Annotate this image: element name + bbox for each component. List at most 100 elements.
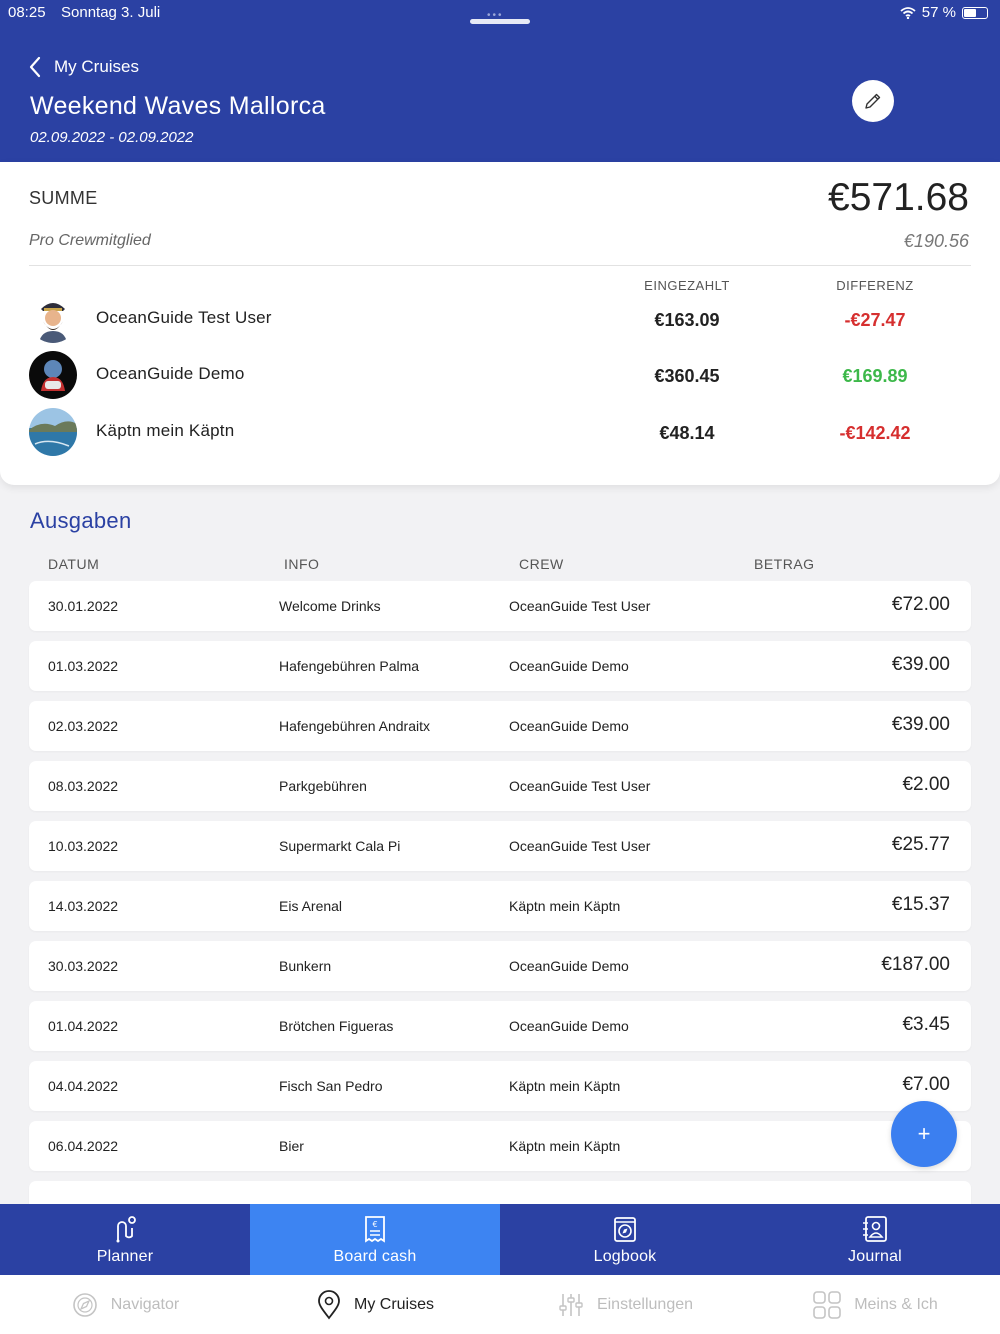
grid-icon bbox=[813, 1290, 842, 1319]
expense-info: Parkgebühren bbox=[279, 778, 367, 794]
expense-amount: €15.37 bbox=[891, 894, 950, 915]
paid-column-header: EINGEZAHLT bbox=[644, 278, 730, 293]
tab-logbook[interactable]: Logbook bbox=[500, 1204, 750, 1275]
contacts-book-icon bbox=[863, 1216, 887, 1242]
expense-amount: €2.00 bbox=[902, 774, 950, 795]
expense-amount: €72.00 bbox=[891, 594, 950, 615]
expense-date: 06.04.2022 bbox=[48, 1138, 119, 1154]
nav-label: My Cruises bbox=[353, 1295, 434, 1313]
expenses-title: Ausgaben bbox=[30, 508, 132, 533]
wifi-icon bbox=[900, 6, 916, 19]
tab-planner[interactable]: Planner bbox=[0, 1204, 250, 1275]
expense-row[interactable]: 30.03.2022 Bunkern OceanGuide Demo €187.… bbox=[29, 941, 971, 991]
member-difference: €169.89 bbox=[842, 366, 908, 386]
cruise-dates: 02.09.2022 - 02.09.2022 bbox=[30, 129, 194, 146]
expense-crew: Käptn mein Käptn bbox=[509, 898, 621, 914]
avatar bbox=[29, 408, 77, 456]
expense-crew: Käptn mein Käptn bbox=[509, 1138, 621, 1154]
expense-crew: OceanGuide Demo bbox=[509, 958, 629, 974]
expense-info: Hafengebühren Andraitx bbox=[279, 718, 430, 734]
expense-amount: €39.00 bbox=[891, 654, 950, 675]
status-indicators: 57 % bbox=[900, 4, 988, 21]
back-label: My Cruises bbox=[54, 57, 140, 76]
member-name: Käptn mein Käptn bbox=[96, 421, 235, 440]
back-button[interactable]: My Cruises bbox=[28, 56, 139, 78]
status-date: Sonntag 3. Juli bbox=[61, 4, 161, 21]
expense-info: Welcome Drinks bbox=[279, 598, 381, 614]
expense-row[interactable]: 06.04.2022 Bier Käptn mein Käptn bbox=[29, 1121, 971, 1171]
member-row[interactable]: Käptn mein Käptn €48.14 -€142.42 bbox=[29, 408, 971, 456]
amount-column-header: BETRAG bbox=[754, 556, 815, 572]
add-expense-button[interactable]: + bbox=[891, 1101, 957, 1167]
tab-label: Planner bbox=[96, 1248, 154, 1265]
tab-board-cash[interactable]: € Board cash bbox=[250, 1204, 500, 1275]
nav-meins-und-ich[interactable]: Meins & Ich bbox=[750, 1275, 1000, 1334]
expense-info: Hafengebühren Palma bbox=[279, 658, 420, 674]
expense-row[interactable]: 14.03.2022 Eis Arenal Käptn mein Käptn €… bbox=[29, 881, 971, 931]
member-name: OceanGuide Demo bbox=[96, 364, 245, 383]
member-paid-amount: €163.09 bbox=[654, 310, 720, 330]
expense-crew: OceanGuide Test User bbox=[509, 838, 651, 854]
nav-label: Meins & Ich bbox=[854, 1295, 938, 1313]
difference-column-header: DIFFERENZ bbox=[836, 278, 914, 293]
expense-row[interactable]: 08.03.2022 Parkgebühren OceanGuide Test … bbox=[29, 761, 971, 811]
expense-date: 30.01.2022 bbox=[48, 598, 119, 614]
expense-row[interactable]: 02.03.2022 Hafengebühren Andraitx OceanG… bbox=[29, 701, 971, 751]
expense-crew: OceanGuide Demo bbox=[509, 718, 629, 734]
multitask-handle[interactable] bbox=[470, 19, 530, 24]
expense-amount: €39.00 bbox=[891, 714, 950, 735]
section-tab-bar: Planner € Board cash Logbook Journal bbox=[0, 1204, 1000, 1275]
nav-my-cruises[interactable]: My Cruises bbox=[250, 1275, 500, 1334]
expense-date: 10.03.2022 bbox=[48, 838, 119, 854]
battery-icon bbox=[962, 6, 988, 19]
info-column-header: INFO bbox=[284, 556, 320, 572]
member-difference: -€27.47 bbox=[844, 310, 906, 330]
nav-label: Navigator bbox=[110, 1295, 180, 1313]
avatar bbox=[29, 351, 77, 399]
expense-info: Supermarkt Cala Pi bbox=[279, 838, 401, 854]
nav-navigator[interactable]: Navigator bbox=[0, 1275, 250, 1334]
expense-crew: Käptn mein Käptn bbox=[509, 1078, 621, 1094]
compass-icon bbox=[72, 1292, 97, 1317]
chevron-left-icon bbox=[29, 56, 41, 78]
member-paid-amount: €360.45 bbox=[654, 366, 720, 386]
expense-row[interactable]: 10.03.2022 Supermarkt Cala Pi OceanGuide… bbox=[29, 821, 971, 871]
per-member-label: Pro Crewmitglied bbox=[29, 232, 151, 249]
expense-date: 02.03.2022 bbox=[48, 718, 119, 734]
edit-button[interactable] bbox=[852, 80, 894, 122]
pencil-icon bbox=[865, 93, 881, 109]
expense-row[interactable]: 01.03.2022 Hafengebühren Palma OceanGuid… bbox=[29, 641, 971, 691]
expense-info: Bunkern bbox=[279, 958, 332, 974]
page-title: Weekend Waves Mallorca bbox=[30, 92, 326, 120]
status-time: 08:25 bbox=[8, 4, 46, 21]
nav-settings[interactable]: Einstellungen bbox=[500, 1275, 750, 1334]
nav-label: Einstellungen bbox=[596, 1295, 694, 1313]
expense-date: 08.03.2022 bbox=[48, 778, 119, 794]
expense-row[interactable]: 04.04.2022 Fisch San Pedro Käptn mein Kä… bbox=[29, 1061, 971, 1111]
logbook-compass-icon bbox=[614, 1217, 636, 1242]
expense-amount: €7.00 bbox=[902, 1074, 950, 1095]
expense-date: 30.03.2022 bbox=[48, 958, 119, 974]
svg-text:€: € bbox=[372, 1220, 377, 1229]
expense-info: Eis Arenal bbox=[279, 898, 343, 914]
member-row[interactable]: OceanGuide Test User €163.09 -€27.47 bbox=[29, 295, 971, 343]
expense-amount: €3.45 bbox=[902, 1014, 950, 1035]
member-row[interactable]: OceanGuide Demo €360.45 €169.89 bbox=[29, 351, 971, 399]
expense-date: 01.04.2022 bbox=[48, 1018, 119, 1034]
member-paid-amount: €48.14 bbox=[659, 423, 715, 443]
tab-journal[interactable]: Journal bbox=[750, 1204, 1000, 1275]
expense-amount: €187.00 bbox=[881, 954, 950, 975]
member-difference: -€142.42 bbox=[839, 423, 911, 443]
expense-row[interactable]: 30.01.2022 Welcome Drinks OceanGuide Tes… bbox=[29, 581, 971, 631]
app-header: 08:25 Sonntag 3. Juli 57 % ••• My Cruise… bbox=[0, 0, 1000, 162]
total-label: SUMME bbox=[29, 188, 98, 208]
expense-info: Fisch San Pedro bbox=[279, 1078, 383, 1094]
expense-crew: OceanGuide Demo bbox=[509, 658, 629, 674]
battery-percent: 57 % bbox=[921, 4, 956, 21]
expense-date: 04.04.2022 bbox=[48, 1078, 119, 1094]
expense-info: Bier bbox=[279, 1138, 304, 1154]
expense-date: 01.03.2022 bbox=[48, 658, 119, 674]
sliders-icon bbox=[559, 1293, 583, 1316]
expense-row[interactable]: 01.04.2022 Brötchen Figueras OceanGuide … bbox=[29, 1001, 971, 1051]
expense-crew: OceanGuide Test User bbox=[509, 598, 651, 614]
